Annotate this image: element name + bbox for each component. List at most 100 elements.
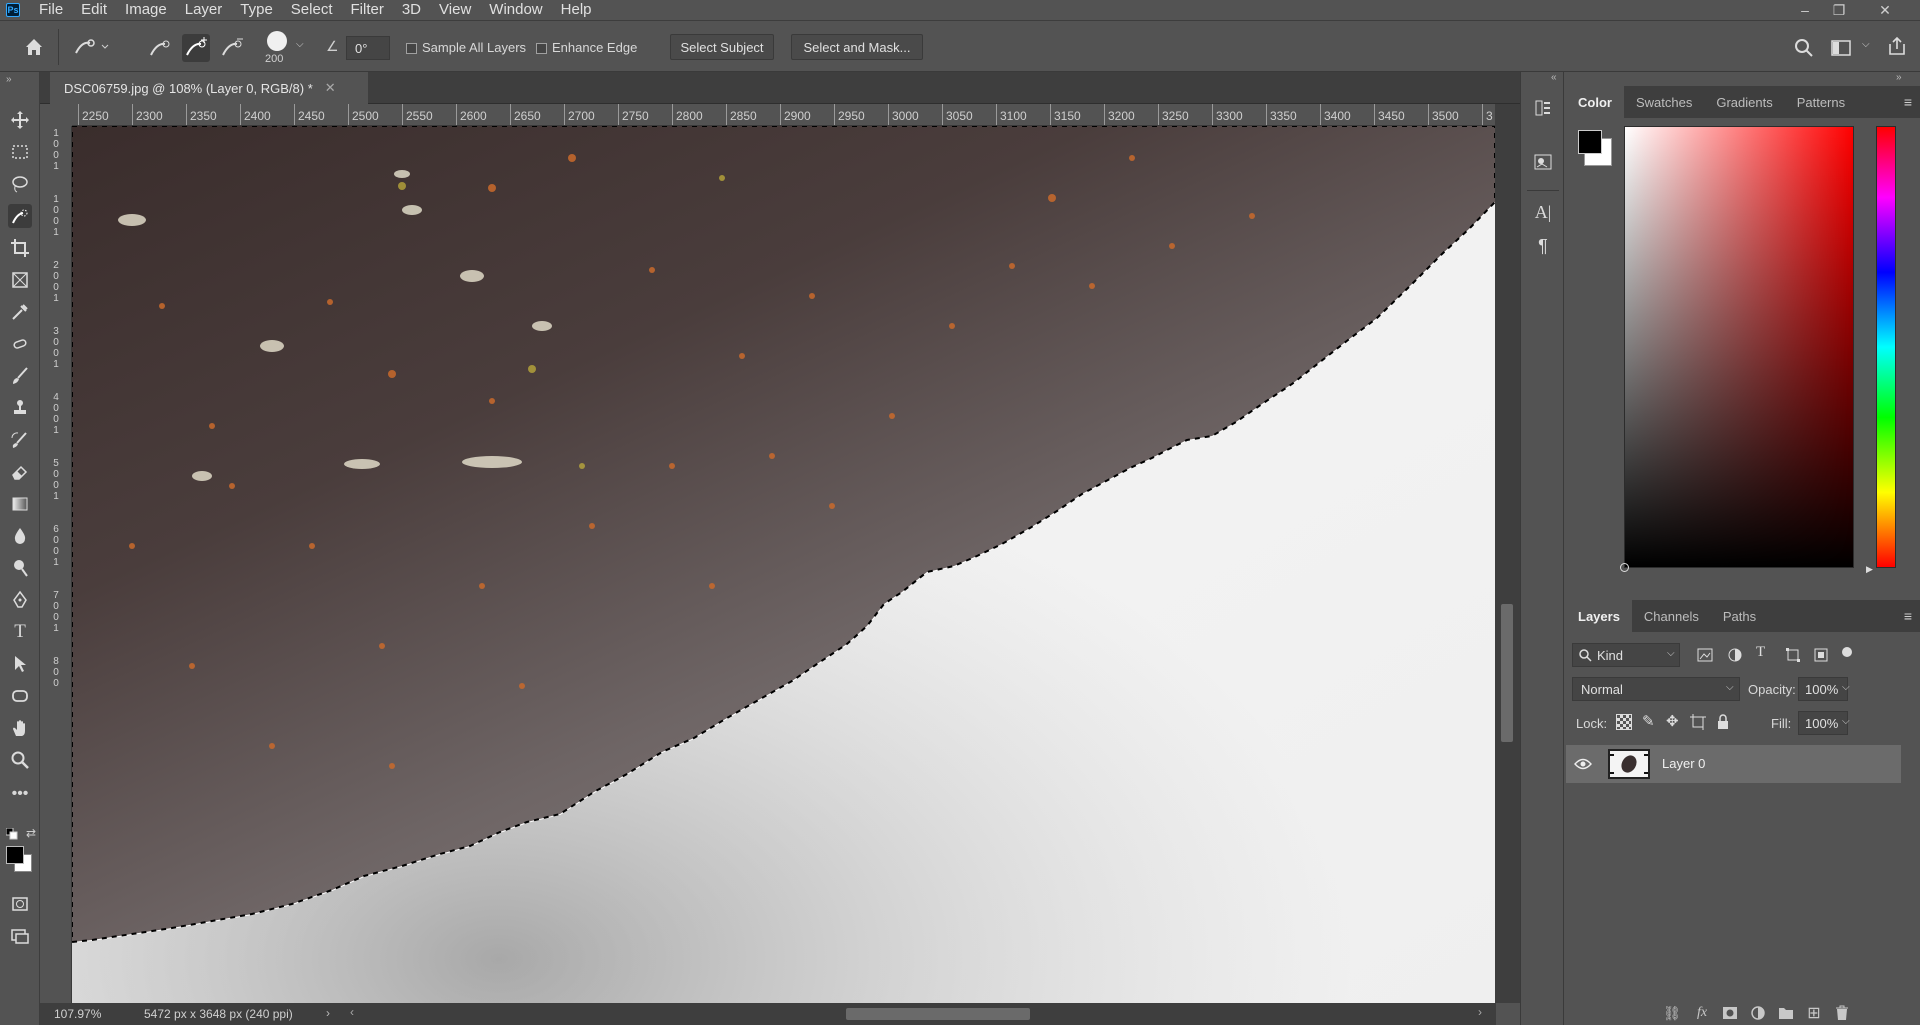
lock-position-icon[interactable]: ✥: [1666, 712, 1679, 730]
quick-mask-icon[interactable]: [8, 892, 32, 916]
collapse-dock-icon[interactable]: »: [1896, 72, 1902, 83]
color-picker-field[interactable]: [1624, 126, 1854, 568]
menu-help[interactable]: Help: [552, 0, 601, 20]
tab-paths[interactable]: Paths: [1711, 600, 1768, 632]
delete-layer-icon[interactable]: [1832, 1003, 1852, 1023]
filter-chevron-icon[interactable]: ⌵: [1667, 648, 1675, 659]
marquee-tool-icon[interactable]: [8, 140, 32, 164]
collapse-panels-icon[interactable]: «: [1551, 72, 1557, 83]
restore-button[interactable]: ❐: [1822, 0, 1856, 20]
lock-image-icon[interactable]: ✎: [1642, 712, 1655, 730]
swap-colors-icon[interactable]: ⇄: [26, 826, 36, 840]
new-layer-icon[interactable]: ⊞: [1804, 1003, 1824, 1023]
layer-style-icon[interactable]: fx: [1692, 1003, 1712, 1023]
default-colors-icon[interactable]: [5, 827, 18, 840]
lock-transparent-icon[interactable]: [1616, 714, 1632, 730]
hue-slider[interactable]: [1876, 126, 1896, 568]
dodge-tool-icon[interactable]: [8, 556, 32, 580]
crop-tool-icon[interactable]: [8, 236, 32, 260]
share-icon[interactable]: [1886, 35, 1908, 57]
brush-size-icon[interactable]: [267, 31, 287, 51]
paragraph-panel-icon[interactable]: ¶: [1531, 234, 1555, 258]
tab-color[interactable]: Color: [1566, 86, 1624, 118]
layer-name[interactable]: Layer 0: [1662, 756, 1705, 771]
workspace-chevron-icon[interactable]: ⌵: [1862, 39, 1870, 50]
more-tools-icon[interactable]: •••: [8, 782, 32, 806]
visibility-eye-icon[interactable]: [1574, 757, 1592, 771]
layers-panel-menu-icon[interactable]: ≡: [1904, 608, 1912, 624]
filter-toggle-icon[interactable]: [1842, 647, 1852, 657]
scroll-right-icon[interactable]: ›: [1478, 1005, 1482, 1019]
tab-gradients[interactable]: Gradients: [1704, 86, 1784, 118]
select-subject-button[interactable]: Select Subject: [670, 34, 774, 60]
foreground-color-swatch[interactable]: [6, 846, 24, 864]
lock-all-icon[interactable]: [1716, 714, 1730, 730]
status-menu-icon[interactable]: ›: [326, 1006, 330, 1020]
tab-patterns[interactable]: Patterns: [1785, 86, 1857, 118]
foreground-swatch[interactable]: [1578, 130, 1602, 154]
menu-view[interactable]: View: [430, 0, 480, 20]
rectangle-tool-icon[interactable]: [8, 684, 32, 708]
gradient-tool-icon[interactable]: [8, 492, 32, 516]
menu-select[interactable]: Select: [282, 0, 342, 20]
brush-tool-icon[interactable]: [8, 364, 32, 388]
menu-type[interactable]: Type: [231, 0, 282, 20]
new-selection-icon[interactable]: [146, 35, 174, 61]
sample-all-layers-checkbox[interactable]: [406, 43, 417, 54]
history-brush-tool-icon[interactable]: [8, 428, 32, 452]
fill-input[interactable]: 100%: [1798, 711, 1848, 735]
adjustment-layer-icon[interactable]: [1748, 1003, 1768, 1023]
quick-selection-tool-icon[interactable]: [8, 204, 32, 228]
search-icon[interactable]: [1793, 37, 1815, 59]
close-window-button[interactable]: ✕: [1868, 0, 1902, 20]
vertical-scrollbar[interactable]: [1495, 104, 1520, 1003]
type-tool-icon[interactable]: T: [8, 620, 32, 644]
menu-image[interactable]: Image: [116, 0, 176, 20]
pen-tool-icon[interactable]: [8, 588, 32, 612]
zoom-tool-icon[interactable]: [8, 748, 32, 772]
close-document-icon[interactable]: ✕: [325, 80, 336, 96]
horizontal-scrollbar[interactable]: ‹ ›: [336, 1003, 1496, 1025]
history-panel-icon[interactable]: [1531, 96, 1555, 120]
new-group-icon[interactable]: [1776, 1003, 1796, 1023]
filter-pixel-icon[interactable]: [1696, 646, 1714, 664]
path-selection-tool-icon[interactable]: [8, 652, 32, 676]
add-mask-icon[interactable]: [1720, 1003, 1740, 1023]
tab-layers[interactable]: Layers: [1566, 600, 1632, 632]
menu-layer[interactable]: Layer: [176, 0, 232, 20]
menu-window[interactable]: Window: [480, 0, 551, 20]
lock-artboard-icon[interactable]: [1690, 714, 1706, 730]
menu-filter[interactable]: Filter: [342, 0, 393, 20]
layer-row[interactable]: Layer 0: [1566, 745, 1901, 783]
layer-thumbnail[interactable]: [1608, 749, 1650, 779]
document-tab[interactable]: DSC06759.jpg @ 108% (Layer 0, RGB/8) * ✕: [50, 72, 368, 104]
add-to-selection-icon[interactable]: [182, 34, 210, 62]
frame-tool-icon[interactable]: [8, 268, 32, 292]
expand-toolbar-icon[interactable]: »: [6, 74, 12, 85]
vertical-scroll-thumb[interactable]: [1501, 604, 1513, 742]
home-icon[interactable]: [22, 35, 46, 59]
blur-tool-icon[interactable]: [8, 524, 32, 548]
chevron-down-icon[interactable]: ⌵: [296, 39, 304, 50]
filter-smart-object-icon[interactable]: [1812, 646, 1830, 664]
opacity-chevron-icon[interactable]: ⌵: [1842, 682, 1850, 693]
menu-edit[interactable]: Edit: [72, 0, 116, 20]
image-canvas[interactable]: [72, 126, 1495, 1003]
blend-mode-select[interactable]: Normal: [1572, 677, 1740, 701]
color-panel-menu-icon[interactable]: ≡: [1904, 94, 1912, 110]
clone-stamp-tool-icon[interactable]: [8, 396, 32, 420]
hand-tool-icon[interactable]: [8, 716, 32, 740]
blend-mode-chevron-icon[interactable]: ⌵: [1726, 682, 1734, 693]
eyedropper-tool-icon[interactable]: [8, 300, 32, 324]
scroll-left-icon[interactable]: ‹: [350, 1005, 354, 1019]
character-panel-icon[interactable]: A|: [1531, 200, 1555, 224]
filter-shape-icon[interactable]: [1784, 646, 1802, 664]
zoom-level[interactable]: 107.97%: [54, 1007, 101, 1021]
select-and-mask-button[interactable]: Select and Mask...: [791, 34, 923, 60]
color-picker-cursor[interactable]: [1620, 563, 1629, 572]
workspace-icon[interactable]: [1830, 38, 1852, 58]
screen-mode-icon[interactable]: [8, 924, 32, 948]
angle-input[interactable]: 0°: [346, 36, 390, 60]
filter-type-icon[interactable]: T: [1756, 644, 1765, 661]
filter-adjustment-icon[interactable]: [1726, 646, 1744, 664]
